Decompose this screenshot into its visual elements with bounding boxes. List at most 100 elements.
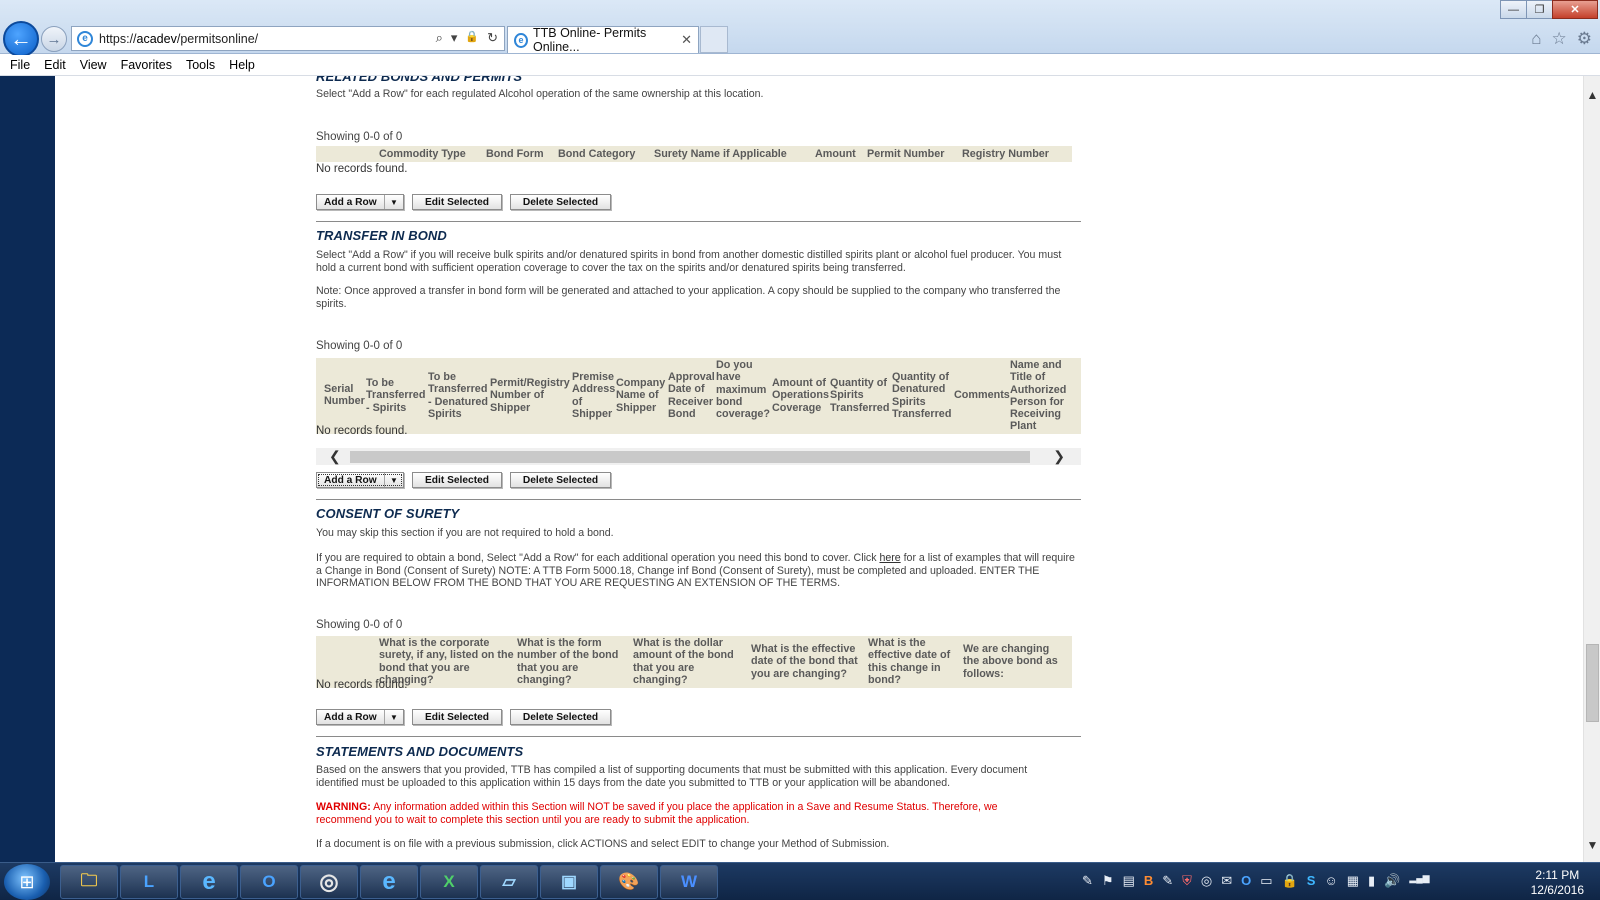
tab-close-icon[interactable]: ✕	[681, 32, 692, 48]
col-effective-date-change[interactable]: What is the effective date of this chang…	[868, 637, 963, 686]
menu-favorites[interactable]: Favorites	[121, 58, 172, 72]
favorites-star-icon[interactable]: ☆	[1552, 29, 1567, 49]
minimize-button[interactable]: —	[1500, 0, 1527, 19]
transfer-in-bond-add-row-button[interactable]: Add a Row ▼	[316, 472, 404, 488]
col-changing-as-follows[interactable]: We are changing the above bond as follow…	[963, 643, 1058, 680]
col-qty-spirits[interactable]: Quantity of Spirits Transferred	[830, 377, 892, 414]
taskbar-paint[interactable]: 🎨	[600, 865, 658, 899]
menu-help[interactable]: Help	[229, 58, 255, 72]
scroll-right-icon[interactable]: ❯	[1053, 448, 1065, 465]
tray-chat-icon[interactable]: ▤	[1123, 873, 1135, 889]
tray-monitor-icon[interactable]: ▭	[1260, 873, 1272, 889]
tray-pen2-icon[interactable]: ✎	[1162, 873, 1173, 889]
col-bond-category[interactable]: Bond Category	[558, 148, 635, 160]
horizontal-scroll-track[interactable]	[350, 451, 1030, 463]
scroll-thumb[interactable]	[1586, 643, 1599, 722]
tray-pen-icon[interactable]: ✎	[1082, 873, 1093, 889]
tray-mail-icon[interactable]: ✉	[1221, 873, 1232, 889]
col-commodity-type[interactable]: Commodity Type	[379, 148, 466, 160]
chevron-down-icon[interactable]: ▼	[384, 473, 403, 487]
taskbar-circle-app[interactable]: ◎	[300, 865, 358, 899]
tray-shield-icon[interactable]: ⛨	[1182, 873, 1192, 889]
col-premise-address[interactable]: Premise Address of Shipper	[572, 371, 616, 420]
menu-view[interactable]: View	[80, 58, 107, 72]
col-comments[interactable]: Comments	[954, 389, 1010, 401]
consent-of-surety-edit-selected-button[interactable]: Edit Selected	[412, 709, 502, 725]
lock-icon[interactable]: 🔒	[465, 30, 479, 46]
col-permit-registry-shipper[interactable]: Permit/Registry Number of Shipper	[490, 377, 572, 414]
taskbar-excel[interactable]: X	[420, 865, 478, 899]
start-button[interactable]: ⊞	[4, 864, 50, 900]
col-registry-number[interactable]: Registry Number	[962, 148, 1049, 160]
col-max-bond-coverage[interactable]: Do you have maximum bond coverage?	[716, 359, 772, 420]
tray-skype-icon[interactable]: S	[1307, 873, 1316, 889]
taskbar-word[interactable]: W	[660, 865, 718, 899]
tab-ttb-online[interactable]: e TTB Online- Permits Online... ✕	[507, 26, 699, 54]
tray-volume-icon[interactable]: 🔊	[1384, 873, 1400, 889]
address-url[interactable]: https://acadev/permitsonline/	[99, 32, 258, 46]
tray-person-icon[interactable]: ☺	[1324, 873, 1337, 889]
gear-icon[interactable]: ⚙	[1577, 29, 1592, 49]
col-effective-date-bond[interactable]: What is the effective date of the bond t…	[751, 643, 868, 680]
menu-file[interactable]: File	[10, 58, 30, 72]
lync-icon: L	[143, 872, 155, 891]
transfer-in-bond-horizontal-scrollbar[interactable]: ❮ ❯	[316, 448, 1081, 465]
related-bonds-edit-selected-button[interactable]: Edit Selected	[412, 194, 502, 210]
col-transferred-denatured[interactable]: To be Transferred - Denatured Spirits	[428, 371, 490, 420]
scroll-up-arrow-icon[interactable]: ▲	[1584, 88, 1600, 102]
taskbar-internet-explorer-2[interactable]: e	[360, 865, 418, 899]
tray-lock-icon[interactable]: 🔒	[1282, 873, 1298, 889]
dropdown-icon[interactable]: ▾	[451, 30, 458, 46]
col-surety-name[interactable]: Surety Name if Applicable	[654, 148, 787, 160]
col-authorized-person[interactable]: Name and Title of Authorized Person for …	[1010, 359, 1072, 433]
chevron-down-icon[interactable]: ▼	[384, 195, 403, 209]
col-qty-denatured[interactable]: Quantity of Denatured Spirits Transferre…	[892, 371, 954, 420]
chevron-down-icon[interactable]: ▼	[384, 710, 403, 724]
consent-of-surety-add-row-button[interactable]: Add a Row ▼	[316, 709, 404, 725]
home-icon[interactable]: ⌂	[1531, 29, 1541, 49]
col-approval-date[interactable]: Approval Date of Receiver Bond	[668, 371, 716, 420]
tray-battery-icon[interactable]: ▮	[1368, 873, 1375, 889]
back-button[interactable]: ←	[3, 21, 39, 57]
tray-network-icon[interactable]: ▦	[1347, 873, 1359, 889]
col-operations-coverage[interactable]: Amount of Operations Coverage	[772, 377, 830, 414]
consent-of-surety-delete-selected-button[interactable]: Delete Selected	[510, 709, 611, 725]
new-tab-button[interactable]	[700, 26, 728, 53]
page-scrollbar[interactable]: ▲ ▼	[1583, 76, 1600, 862]
examples-here-link[interactable]: here	[879, 552, 900, 564]
col-permit-number[interactable]: Permit Number	[867, 148, 944, 160]
col-bond-form[interactable]: Bond Form	[486, 148, 544, 160]
taskbar-file-explorer[interactable]: 🗀	[60, 865, 118, 899]
forward-button[interactable]: →	[41, 26, 67, 52]
col-amount[interactable]: Amount	[815, 148, 856, 160]
restore-button[interactable]: ❐	[1526, 0, 1553, 19]
col-form-number[interactable]: What is the form number of the bond that…	[517, 637, 633, 686]
search-icon[interactable]: ⌕	[436, 30, 443, 46]
menu-edit[interactable]: Edit	[44, 58, 66, 72]
col-serial-number[interactable]: Serial Number	[324, 383, 366, 408]
transfer-in-bond-edit-selected-button[interactable]: Edit Selected	[412, 472, 502, 488]
taskbar-clock[interactable]: 2:11 PM 12/6/2016	[1531, 868, 1584, 898]
taskbar-outlook[interactable]: O	[240, 865, 298, 899]
tray-flag-icon[interactable]: ⚑	[1102, 873, 1114, 889]
taskbar-lync[interactable]: L	[120, 865, 178, 899]
scroll-down-arrow-icon[interactable]: ▼	[1584, 838, 1600, 852]
tray-circle-icon[interactable]: ◎	[1201, 873, 1212, 889]
tray-outlook-icon[interactable]: O	[1241, 873, 1251, 889]
menu-tools[interactable]: Tools	[186, 58, 215, 72]
refresh-icon[interactable]: ↻	[487, 30, 498, 46]
col-dollar-amount[interactable]: What is the dollar amount of the bond th…	[633, 637, 750, 686]
scroll-left-icon[interactable]: ❮	[329, 448, 341, 465]
window-close-button[interactable]: ✕	[1552, 0, 1598, 19]
col-company-name[interactable]: Company Name of Shipper	[616, 377, 668, 414]
col-transferred-spirits[interactable]: To be Transferred - Spirits	[366, 377, 428, 414]
taskbar-notepad[interactable]: ▱	[480, 865, 538, 899]
address-bar[interactable]: e https://acadev/permitsonline/ ⌕ ▾ 🔒 ↻	[71, 26, 505, 51]
tray-b-icon[interactable]: B	[1144, 873, 1153, 889]
taskbar-internet-explorer[interactable]: e	[180, 865, 238, 899]
taskbar-photos[interactable]: ▣	[540, 865, 598, 899]
related-bonds-delete-selected-button[interactable]: Delete Selected	[510, 194, 611, 210]
tray-signal-icon[interactable]: ▂▄▆	[1409, 873, 1429, 889]
related-bonds-add-row-button[interactable]: Add a Row ▼	[316, 194, 404, 210]
transfer-in-bond-delete-selected-button[interactable]: Delete Selected	[510, 472, 611, 488]
